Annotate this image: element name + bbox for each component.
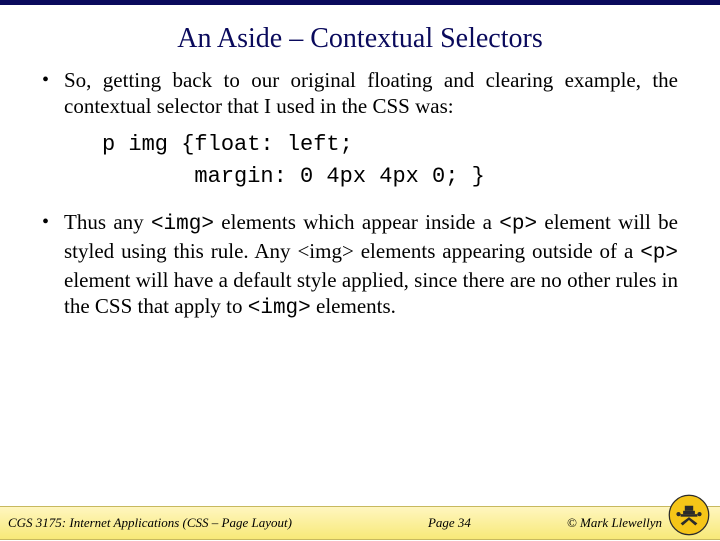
- code-line: margin: 0 4px 4px 0; }: [102, 164, 485, 189]
- footer-course: CGS 3175: Internet Applications (CSS – P…: [8, 515, 292, 531]
- code-line: p img {float: left;: [102, 132, 353, 157]
- bullet-text: Thus any <img> elements which appear ins…: [64, 209, 678, 322]
- slide-content: • So, getting back to our original float…: [0, 67, 720, 322]
- bullet-dot: •: [42, 67, 64, 119]
- bullet-text: So, getting back to our original floatin…: [64, 67, 678, 119]
- slide-title: An Aside – Contextual Selectors: [0, 5, 720, 67]
- code-block: p img {float: left; margin: 0 4px 4px 0;…: [102, 129, 678, 193]
- bullet-dot: •: [42, 209, 64, 322]
- footer-bar: CGS 3175: Internet Applications (CSS – P…: [0, 506, 720, 540]
- ucf-logo-icon: [668, 494, 710, 536]
- bullet-item: • Thus any <img> elements which appear i…: [42, 209, 678, 322]
- footer-page: Page 34: [292, 515, 567, 531]
- bullet-item: • So, getting back to our original float…: [42, 67, 678, 119]
